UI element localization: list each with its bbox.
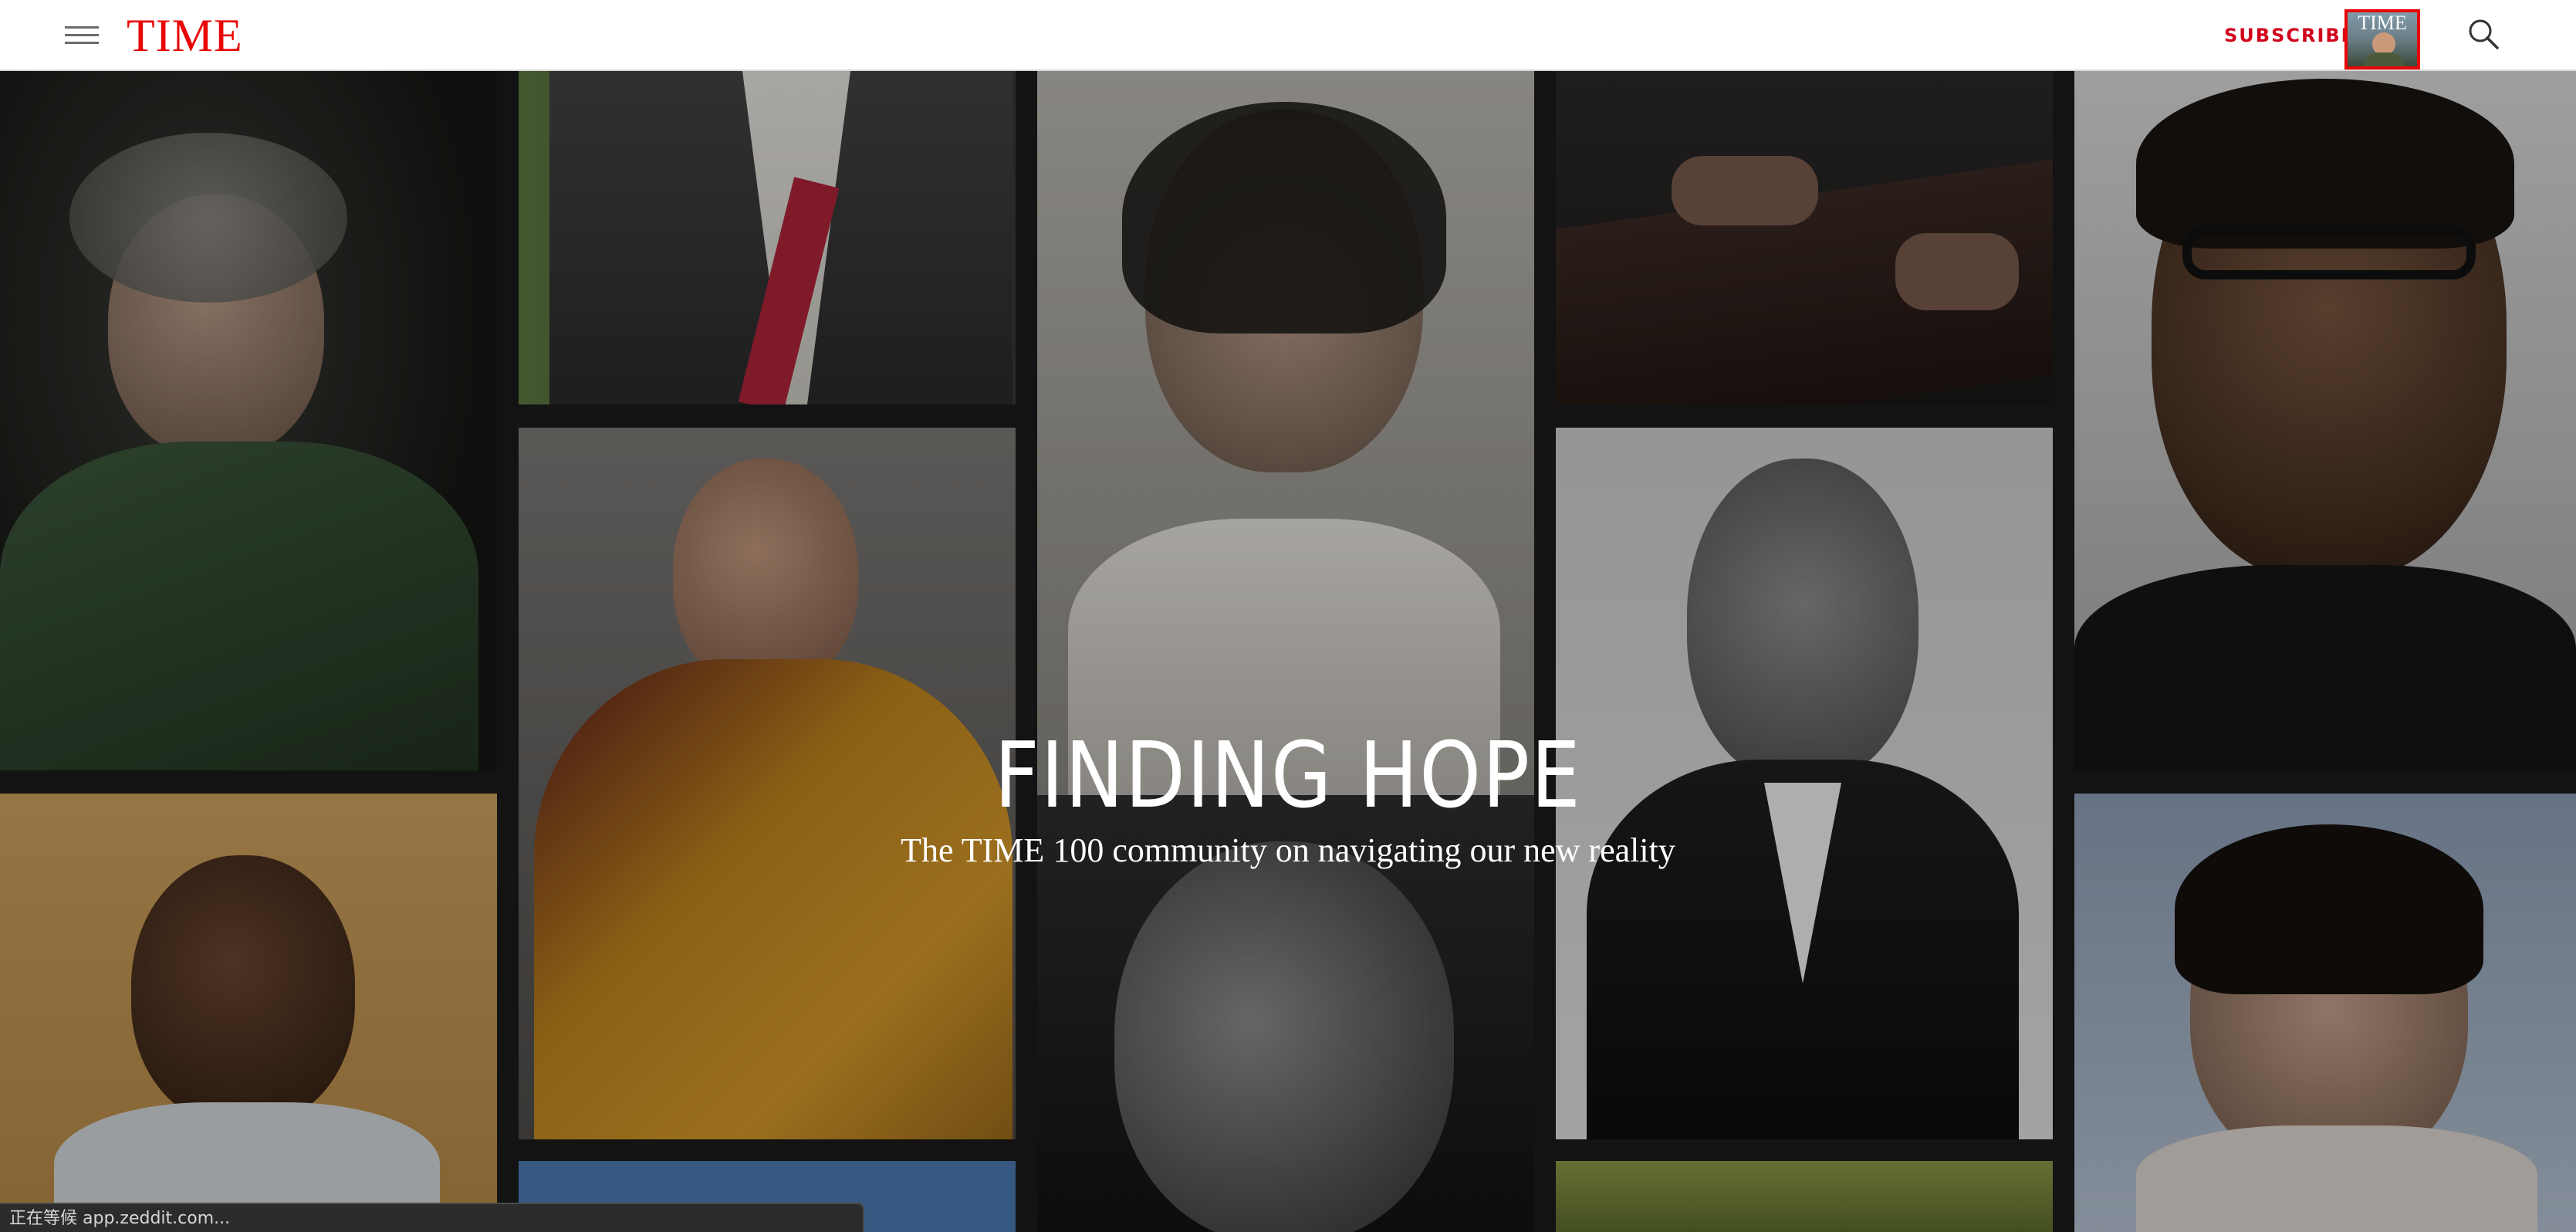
cover-figure-body	[2363, 52, 2405, 66]
menu-icon[interactable]	[65, 23, 99, 48]
hero-dim-overlay	[0, 71, 2576, 1232]
time-logo[interactable]: TIME	[127, 11, 243, 60]
hero-title[interactable]: FINDING HOPE	[181, 721, 2396, 829]
browser-status-bar: 正在等候 app.zeddit.com...	[0, 1203, 864, 1232]
cover-logo: TIME	[2358, 12, 2407, 34]
subscribe-link[interactable]: SUBSCRIBE	[2224, 22, 2355, 49]
hero-subtitle: The TIME 100 community on navigating our…	[901, 831, 1675, 869]
search-icon[interactable]	[2466, 17, 2500, 51]
magazine-cover-thumbnail[interactable]: TIME	[2344, 9, 2420, 69]
status-text: 正在等候 app.zeddit.com...	[9, 1209, 231, 1228]
site-header: TIME SUBSCRIBE TIME	[0, 0, 2576, 71]
hero-banner[interactable]: FINDING HOPE The TIME 100 community on n…	[0, 71, 2576, 1232]
